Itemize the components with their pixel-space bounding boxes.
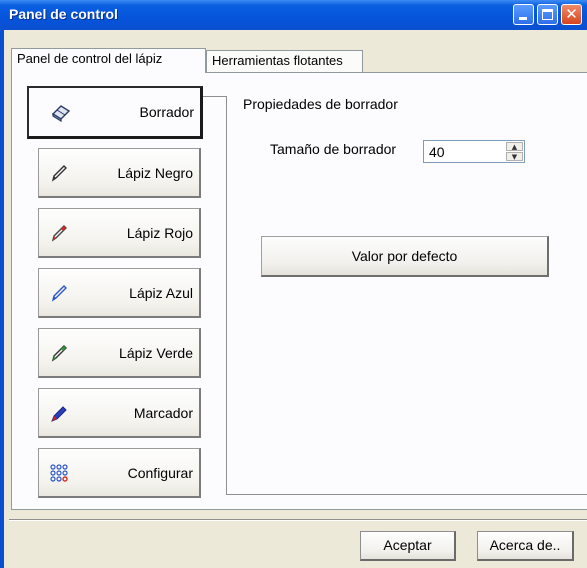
close-icon: ✕	[565, 5, 578, 23]
about-button[interactable]: Acerca de..	[477, 531, 574, 561]
default-value-button[interactable]: Valor por defecto	[261, 236, 549, 277]
maximize-icon	[542, 9, 553, 20]
tab-label: Herramientas flotantes	[212, 53, 343, 68]
tool-label: Lápiz Negro	[117, 165, 194, 181]
tool-button-black-pencil[interactable]: Lápiz Negro	[38, 148, 201, 198]
blue-pencil-icon	[51, 285, 67, 302]
spinner-down-button[interactable]: ▼	[506, 152, 523, 161]
title-bar[interactable]: Panel de control ✕	[0, 0, 587, 30]
eraser-size-spinner[interactable]: 40 ▲ ▼	[423, 140, 525, 163]
minimize-button[interactable]	[513, 4, 534, 25]
properties-title: Propiedades de borrador	[243, 96, 398, 112]
divider	[203, 96, 227, 97]
tab-floating-tools[interactable]: Herramientas flotantes	[206, 50, 363, 72]
divider	[226, 96, 227, 494]
tool-label: Lápiz Rojo	[126, 225, 193, 241]
tool-button-blue-pencil[interactable]: Lápiz Azul	[38, 268, 201, 318]
spinner-buttons: ▲ ▼	[506, 142, 523, 161]
tool-label: Lápiz Azul	[129, 285, 193, 301]
settings-grid-icon	[50, 464, 68, 482]
close-button[interactable]: ✕	[561, 4, 582, 25]
tab-label: Panel de control del lápiz	[17, 51, 163, 66]
minimize-icon	[519, 17, 527, 20]
tool-label: Marcador	[133, 405, 193, 421]
spinner-up-button[interactable]: ▲	[506, 142, 523, 151]
maximize-button[interactable]	[537, 4, 558, 25]
tool-label: Configurar	[127, 465, 193, 481]
marker-icon	[51, 406, 67, 422]
accept-button[interactable]: Aceptar	[360, 531, 456, 561]
divider	[226, 494, 587, 495]
red-pencil-icon	[51, 225, 67, 242]
tool-button-green-pencil[interactable]: Lápiz Verde	[38, 328, 201, 378]
tool-label: Borrador	[139, 104, 194, 120]
eraser-size-value[interactable]: 40	[429, 144, 445, 160]
tool-button-eraser[interactable]: Borrador	[27, 86, 203, 139]
window-frame	[0, 30, 4, 568]
tool-button-red-pencil[interactable]: Lápiz Rojo	[38, 208, 201, 258]
tool-label: Lápiz Verde	[119, 345, 193, 361]
eraser-icon	[51, 105, 71, 122]
tool-button-marker[interactable]: Marcador	[38, 388, 201, 438]
black-pencil-icon	[51, 165, 67, 182]
eraser-size-label: Tamaño de borrador	[270, 141, 397, 157]
footer-divider-highlight	[9, 520, 587, 521]
window-title: Panel de control	[9, 6, 118, 22]
green-pencil-icon	[51, 345, 67, 362]
tool-button-configure[interactable]: Configurar	[38, 448, 201, 498]
tab-pen-control-panel[interactable]: Panel de control del lápiz	[11, 48, 206, 73]
